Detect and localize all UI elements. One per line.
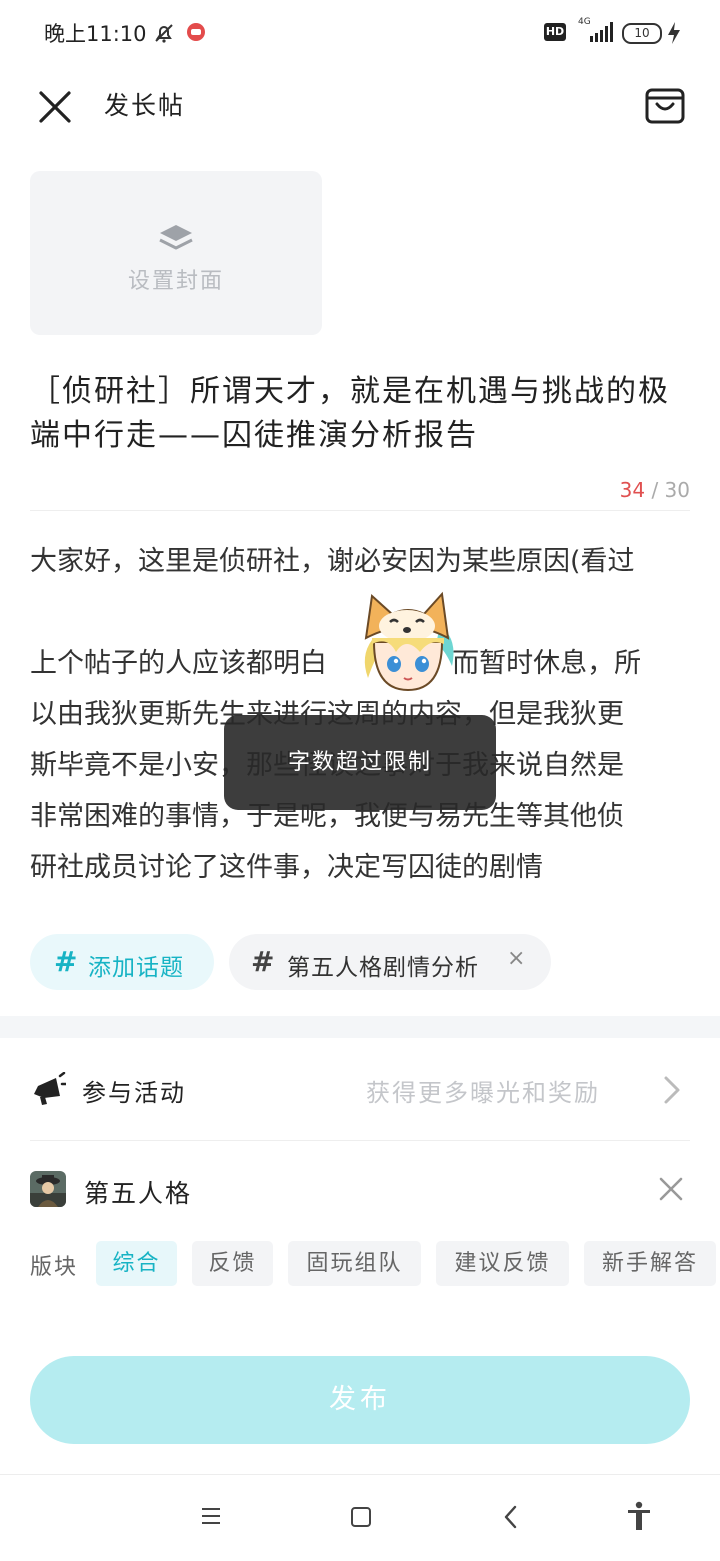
layers-icon bbox=[159, 225, 193, 250]
title-char-count: 34 / 30 bbox=[560, 478, 690, 502]
battery-indicator: 10 bbox=[622, 23, 662, 44]
menu-icon[interactable] bbox=[200, 1505, 222, 1527]
status-time: 晚上11:10 bbox=[44, 22, 147, 46]
page-title: 发长帖 bbox=[104, 91, 186, 120]
publish-button[interactable]: 发布 bbox=[30, 1356, 690, 1444]
divider bbox=[30, 1140, 690, 1141]
activity-label: 参与活动 bbox=[82, 1079, 186, 1107]
game-avatar-icon bbox=[30, 1171, 66, 1207]
body-line: 研社成员讨论了这件事，决定写囚徒的剧情 bbox=[30, 852, 543, 882]
section-chip-suggestions[interactable]: 建议反馈 bbox=[436, 1241, 569, 1286]
remove-topic-icon[interactable]: × bbox=[507, 946, 525, 971]
hash-icon: # bbox=[54, 945, 78, 978]
accessibility-icon[interactable] bbox=[626, 1501, 652, 1531]
megaphone-icon bbox=[34, 1072, 66, 1105]
section-chip-feedback[interactable]: 反馈 bbox=[192, 1241, 273, 1286]
section-label: 版块 bbox=[30, 1255, 79, 1280]
app-notification-icon bbox=[187, 23, 205, 41]
activity-hint: 获得更多曝光和奖励 bbox=[366, 1079, 600, 1107]
set-cover-button[interactable]: 设置封面 bbox=[30, 171, 322, 335]
signal-icon bbox=[590, 22, 613, 42]
section-chip-newbie-qa[interactable]: 新手解答 bbox=[584, 1241, 716, 1286]
section-chip-team-up[interactable]: 固玩组队 bbox=[288, 1241, 421, 1286]
hd-badge: HD bbox=[544, 23, 566, 41]
section-chip-general[interactable]: 综合 bbox=[96, 1241, 177, 1286]
title-count-limit: / 30 bbox=[645, 478, 690, 502]
back-icon[interactable] bbox=[500, 1504, 522, 1530]
body-line: 大家好，这里是侦研社，谢必安因为某些原因(看过 bbox=[30, 546, 635, 577]
hash-icon: # bbox=[251, 945, 275, 978]
sticker-image bbox=[364, 591, 454, 692]
charging-icon bbox=[668, 22, 680, 44]
remove-game-icon[interactable] bbox=[656, 1174, 686, 1204]
join-activity-row[interactable]: 参与活动 获得更多曝光和奖励 bbox=[0, 1040, 720, 1140]
toast-message: 字数超过限制 bbox=[224, 715, 496, 810]
topic-label: 第五人格剧情分析 bbox=[287, 955, 479, 981]
title-count-current: 34 bbox=[619, 478, 646, 502]
game-name: 第五人格 bbox=[84, 1179, 193, 1208]
chevron-right-icon bbox=[664, 1076, 680, 1104]
close-icon[interactable] bbox=[32, 84, 78, 130]
home-square-icon[interactable] bbox=[350, 1506, 372, 1528]
system-nav-bar bbox=[0, 1474, 720, 1561]
cover-label: 设置封面 bbox=[127, 269, 224, 294]
mute-bell-icon bbox=[155, 24, 173, 43]
drafts-bag-icon[interactable] bbox=[642, 82, 688, 128]
add-topic-button[interactable]: # 添加话题 bbox=[30, 934, 214, 990]
section-divider-band bbox=[0, 1016, 720, 1038]
post-title-input[interactable]: ［侦研社］所谓天才，就是在机遇与挑战的极端中行走——囚徒推演分析报告 bbox=[30, 370, 690, 458]
add-topic-label: 添加话题 bbox=[88, 955, 184, 981]
topic-chip[interactable]: # 第五人格剧情分析 × bbox=[229, 934, 551, 990]
divider bbox=[30, 510, 690, 511]
status-bar: 晚上11:10 HD 4G 10 bbox=[0, 0, 720, 66]
